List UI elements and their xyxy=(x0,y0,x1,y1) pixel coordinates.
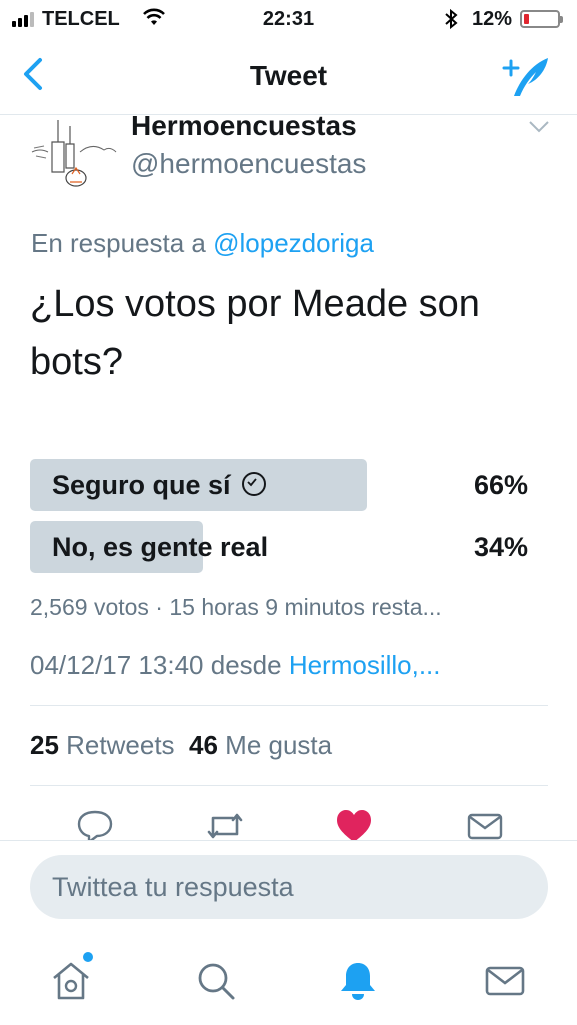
battery-icon xyxy=(520,10,563,28)
retweets-stat[interactable]: 25 Retweets xyxy=(30,730,175,760)
tab-home[interactable] xyxy=(48,958,94,1004)
notification-dot xyxy=(83,952,93,962)
bluetooth-icon xyxy=(443,8,459,36)
reply-context: En respuesta a @lopezdoriga xyxy=(31,228,374,259)
tab-messages[interactable] xyxy=(482,958,528,1004)
tweet-timestamp: 04/12/17 13:40 xyxy=(30,650,204,680)
reply-to-link[interactable]: @lopezdoriga xyxy=(213,228,374,258)
poll-option: No, es gente real 34% xyxy=(30,521,540,573)
check-circle-icon xyxy=(242,471,267,496)
tweet-text: ¿Los votos por Meade son bots? xyxy=(30,283,480,383)
author-handle[interactable]: @hermoencuestas xyxy=(131,148,366,180)
messages-icon xyxy=(485,966,525,996)
compose-icon xyxy=(502,58,548,96)
poll-summary: 2,569 votos · 15 horas 9 minutos resta..… xyxy=(30,594,442,620)
author-name[interactable]: Hermoencuestas xyxy=(131,110,357,142)
location-link[interactable]: Hermosillo,... xyxy=(289,650,441,680)
battery-percent: 12% xyxy=(472,8,513,30)
compose-tweet-button[interactable] xyxy=(500,54,552,103)
navigation-bar: Tweet xyxy=(0,40,577,115)
engagement-stats: 25 Retweets 46 Me gusta xyxy=(30,730,332,761)
status-bar: TELCEL 22:31 12% xyxy=(0,0,577,40)
home-icon xyxy=(53,962,89,1000)
poll-option: Seguro que sí 66% xyxy=(30,459,540,511)
likes-stat[interactable]: 46 Me gusta xyxy=(189,730,332,760)
likes-label: Me gusta xyxy=(225,730,333,760)
poll-option-label-wrap: Seguro que sí xyxy=(52,470,267,501)
tweet-meta: 04/12/17 13:40 desde Hermosillo,... xyxy=(30,650,441,681)
divider xyxy=(30,785,548,786)
poll-option-label: Seguro que sí xyxy=(52,470,231,500)
reply-input[interactable] xyxy=(30,855,548,919)
poll-option-label: No, es gente real xyxy=(52,532,269,562)
tab-notifications[interactable] xyxy=(335,958,381,1004)
search-icon xyxy=(198,963,235,1000)
tab-search[interactable] xyxy=(193,958,239,1004)
reply-prefix: En respuesta a xyxy=(31,228,206,258)
retweets-count: 25 xyxy=(30,730,59,760)
divider xyxy=(30,705,548,706)
avatar[interactable] xyxy=(30,112,120,192)
likes-count: 46 xyxy=(189,730,218,760)
poll-option-percent: 34% xyxy=(473,532,528,562)
notifications-icon xyxy=(341,963,375,1000)
retweets-label: Retweets xyxy=(66,730,175,760)
chevron-down-icon xyxy=(529,121,549,133)
tweet-options-button[interactable] xyxy=(528,120,550,139)
page-title: Tweet xyxy=(249,60,328,91)
source-prefix: desde xyxy=(210,650,282,680)
poll-option-percent: 66% xyxy=(473,470,528,500)
